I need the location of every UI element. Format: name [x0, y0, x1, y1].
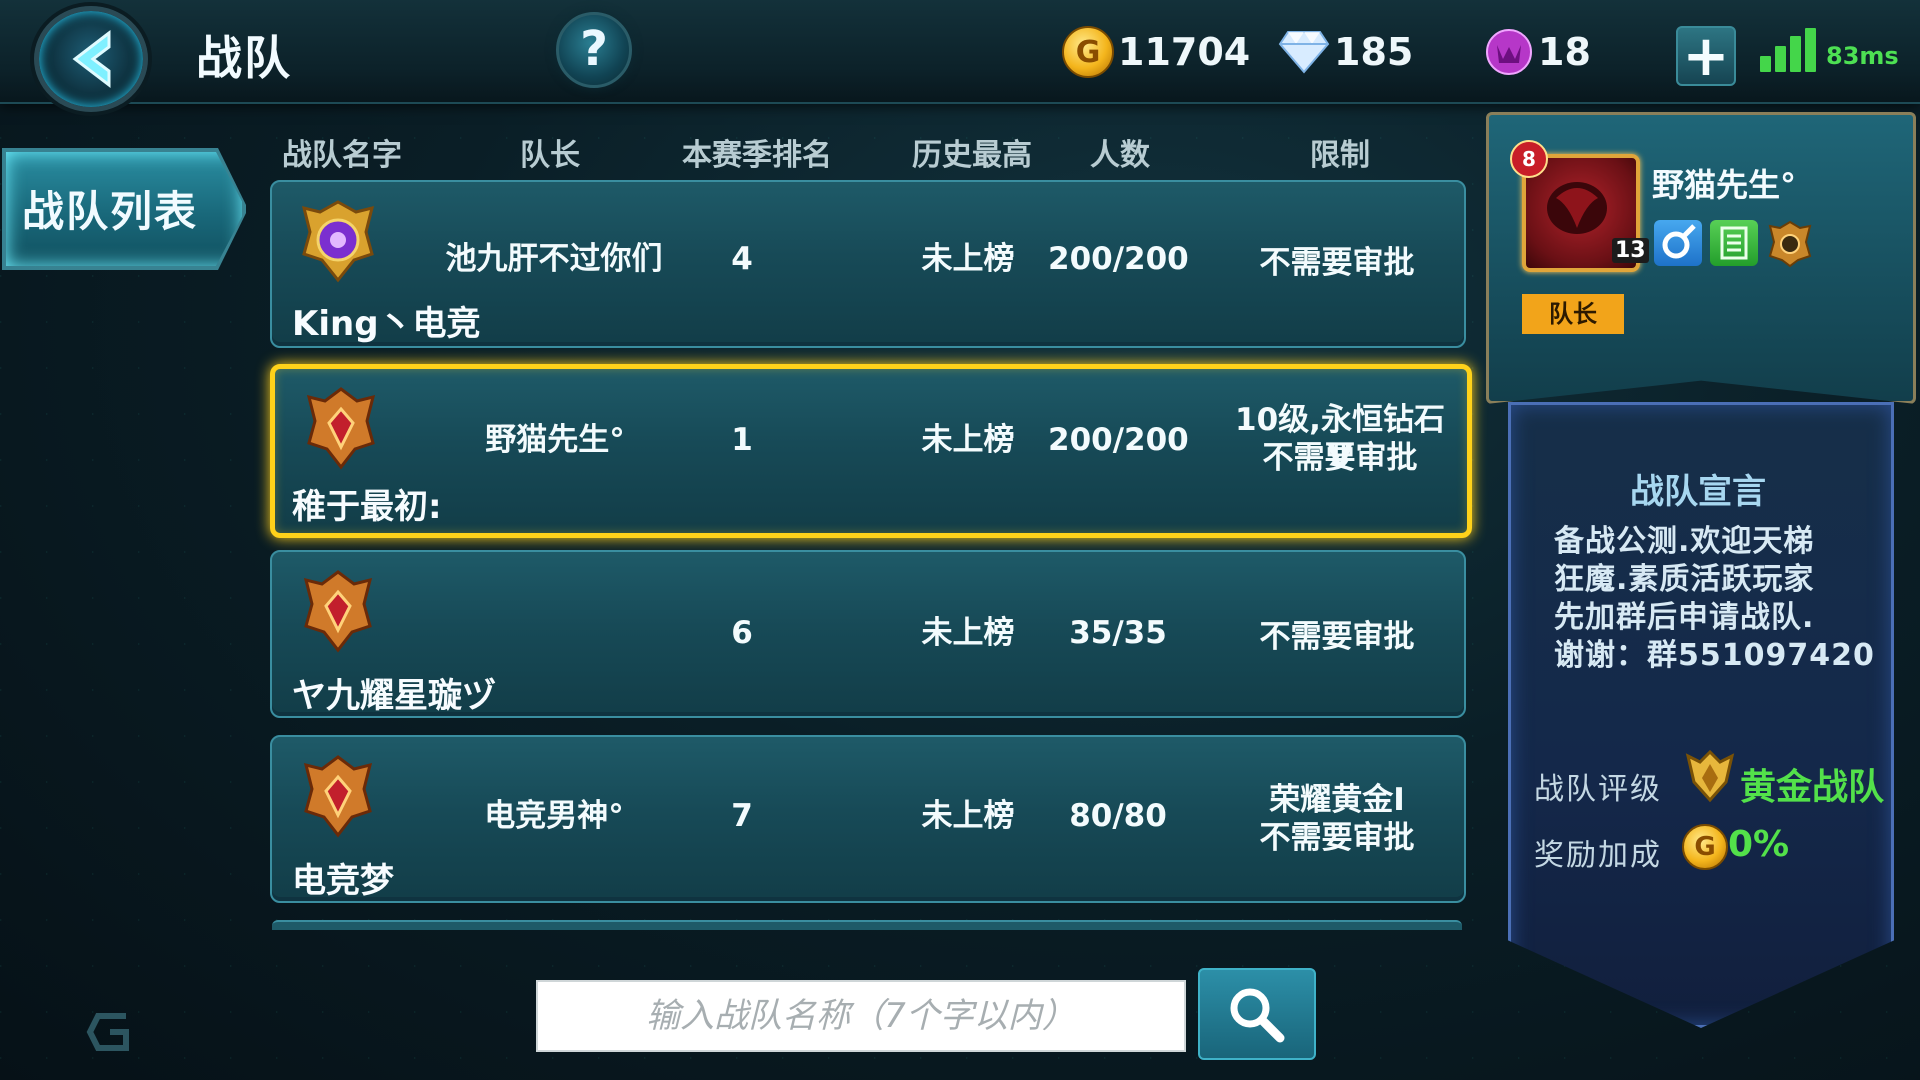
team-row[interactable]: 电竞男神° 7 未上榜 80/80 荣耀黄金I 不需要审批 电竞梦 [270, 735, 1466, 903]
purple-gem-icon [1486, 29, 1532, 75]
team-row[interactable]: 池九肝不过你们 4 未上榜 200/200 不需要审批 King丶电竞 [270, 180, 1466, 348]
team-members: 200/200 [1048, 241, 1189, 277]
team-detail-panel: 8 13 野猫先生° 队长 战队宣言 备战公测.欢迎天梯 狂魔.素质活跃玩家 先… [1486, 112, 1916, 1072]
top-bar: 战队 ? G 11704 185 18 + 83ms [0, 0, 1920, 112]
team-row[interactable]: 6 未上榜 35/35 不需要审批 ヤ九耀星璇ヅ [270, 550, 1466, 718]
team-emblem-icon [301, 200, 375, 283]
gold-amount: 11704 [1118, 30, 1251, 74]
team-name: ヤ九耀星璇ヅ [292, 676, 496, 716]
reward-bonus-label: 奖励加成 [1534, 838, 1662, 873]
gold-currency: G 11704 [1062, 18, 1250, 86]
gold-rating-badge-icon [1685, 749, 1735, 803]
gem-amount: 18 [1538, 30, 1591, 74]
rank-badge-icon [1768, 220, 1812, 268]
plus-icon: + [1682, 24, 1730, 89]
column-header-history-best: 历史最高 [912, 138, 1032, 173]
column-header-team-name: 战队名字 [282, 138, 402, 173]
male-gender-icon [1654, 220, 1702, 266]
signal-bar-icon [1760, 56, 1771, 72]
team-search-field[interactable] [536, 980, 1186, 1052]
manifesto-title: 战队宣言 [1630, 472, 1766, 512]
team-season-rank: 7 [731, 798, 753, 834]
add-currency-button[interactable]: + [1676, 24, 1736, 89]
back-button[interactable] [34, 6, 148, 112]
gem-currency: 18 [1484, 18, 1591, 86]
column-header-captain: 队长 [520, 138, 580, 173]
team-season-rank: 6 [731, 615, 753, 651]
question-icon: ? [580, 21, 608, 77]
team-members: 80/80 [1069, 798, 1167, 834]
team-rating-value: 黄金战队 [1740, 767, 1885, 808]
signal-bar-icon [1790, 36, 1801, 72]
diamond-currency: 185 [1278, 18, 1413, 86]
team-captain: 电竞男神° [484, 798, 624, 834]
team-limit-level: 荣耀黄金I [1269, 782, 1405, 818]
column-header-season-rank: 本赛季排名 [682, 138, 832, 173]
team-row-selected[interactable]: 野猫先生° 1 未上榜 200/200 10级,永恒钻石V 不需要审批 稚于最初… [270, 364, 1472, 538]
diamond-amount: 185 [1334, 30, 1414, 74]
team-name: King丶电竞 [292, 304, 481, 344]
team-captain: 池九肝不过你们 [445, 241, 663, 277]
network-status: 83ms [1760, 28, 1899, 72]
tab-team-list[interactable]: 战队列表 [6, 152, 242, 266]
gold-coin-icon: G [1682, 824, 1728, 870]
search-button[interactable] [1198, 968, 1316, 1060]
tab-team-list-label: 战队列表 [22, 187, 199, 236]
search-icon [1230, 988, 1285, 1043]
team-limit: 不需要审批 [1259, 820, 1415, 856]
column-header-members: 人数 [1090, 138, 1150, 173]
team-captain: 野猫先生° [485, 422, 625, 458]
back-arrow-icon [72, 29, 111, 89]
game-logo-icon [86, 1013, 129, 1051]
team-emblem-icon [306, 387, 376, 470]
team-name: 电竞梦 [292, 861, 394, 901]
team-season-rank: 1 [731, 422, 753, 458]
team-rating-label: 战队评级 [1534, 772, 1662, 807]
signal-bar-icon [1805, 28, 1816, 72]
team-name: 稚于最初: [292, 487, 442, 527]
team-history-best: 未上榜 [921, 798, 1015, 834]
record-book-icon[interactable] [1710, 220, 1758, 266]
reward-bonus-value: 0% [1728, 824, 1790, 865]
team-limit: 不需要审批 [1259, 245, 1415, 281]
avatar-rank-badge: 13 [1612, 238, 1649, 263]
manifesto-line: 谢谢：群551097420 [1554, 638, 1875, 673]
column-header-limit: 限制 [1310, 138, 1370, 173]
avatar-level-badge: 8 [1510, 140, 1548, 178]
captain-role-badge: 队长 [1522, 294, 1624, 334]
team-emblem-icon [303, 755, 373, 838]
team-limit: 不需要审批 [1259, 619, 1415, 655]
team-season-rank: 4 [731, 241, 753, 277]
help-button[interactable]: ? [556, 12, 632, 88]
team-emblem-icon [303, 570, 373, 653]
page-title: 战队 [196, 31, 292, 85]
diamond-icon [1278, 31, 1330, 74]
leader-name: 野猫先生° [1652, 166, 1797, 204]
ping-value: 83ms [1826, 42, 1899, 70]
team-members: 200/200 [1048, 422, 1189, 458]
team-limit: 不需要审批 [1262, 440, 1418, 476]
team-history-best: 未上榜 [921, 615, 1015, 651]
team-history-best: 未上榜 [921, 422, 1015, 458]
list-scroll-edge [272, 920, 1462, 930]
gold-coin-icon: G [1062, 26, 1114, 78]
signal-bar-icon [1775, 46, 1786, 72]
team-history-best: 未上榜 [921, 241, 1015, 277]
team-members: 35/35 [1069, 615, 1167, 651]
search-input[interactable] [538, 982, 1184, 1050]
